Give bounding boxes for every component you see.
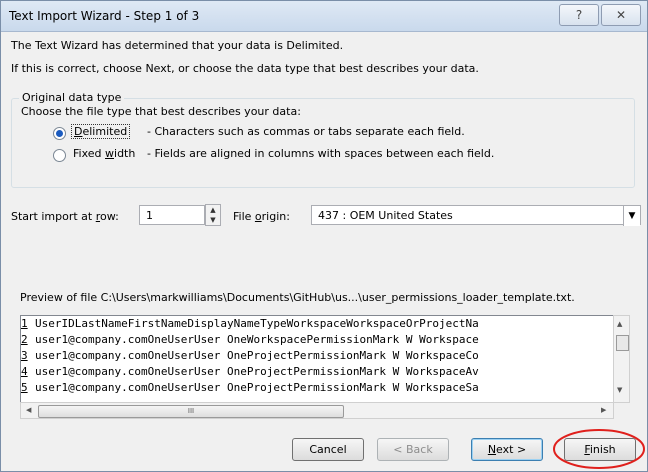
- next-label: ext >: [496, 443, 527, 456]
- delimited-label-post: elimited: [82, 125, 128, 138]
- row-text: user1@company.comOneUserUser OneProjectP…: [35, 349, 479, 362]
- intro-line-1: The Text Wizard has determined that your…: [11, 39, 344, 52]
- scroll-left-icon[interactable]: ◀: [26, 406, 31, 414]
- fixed-width-label[interactable]: Fixed width: [73, 147, 135, 160]
- chevron-down-icon[interactable]: ▼: [206, 215, 220, 225]
- preview-label: Preview of file C:\Users\markwilliams\Do…: [20, 291, 575, 304]
- scroll-up-icon[interactable]: ▲: [617, 320, 622, 328]
- scroll-down-icon[interactable]: ▼: [617, 386, 622, 394]
- file-origin-label-pre: File: [233, 210, 255, 223]
- row-text: user1@company.comOneUserUser OneWorkspac…: [35, 333, 479, 346]
- start-row-stepper[interactable]: ▲ ▼: [205, 204, 221, 226]
- start-row-input[interactable]: 1: [139, 205, 205, 225]
- fixed-width-description: - Fields are aligned in columns with spa…: [147, 147, 495, 160]
- start-row-label-pre: Start import at: [11, 210, 96, 223]
- close-icon[interactable]: ✕: [601, 4, 641, 26]
- cancel-button[interactable]: Cancel: [292, 438, 364, 461]
- preview-row: 4 user1@company.comOneUserUser OneProject…: [21, 364, 613, 380]
- preview-row: 2 user1@company.comOneUserUser OneWorkspa…: [21, 332, 613, 348]
- row-number: 5: [21, 381, 28, 394]
- delimited-description: - Characters such as commas or tabs sepa…: [147, 125, 465, 138]
- row-text: user1@company.comOneUserUser OneProjectP…: [35, 381, 479, 394]
- preview-row: 5 user1@company.comOneUserUser OneProject…: [21, 380, 613, 396]
- row-text: UserIDLastNameFirstNameDisplayNameTypeWo…: [35, 317, 479, 330]
- start-row-label: Start import at row:: [11, 210, 119, 223]
- delimited-label[interactable]: Delimited: [71, 124, 131, 139]
- chevron-down-icon[interactable]: ▼: [623, 206, 640, 226]
- fixed-width-radio[interactable]: [53, 149, 66, 162]
- file-origin-label-post: rigin:: [261, 210, 290, 223]
- group-legend: Original data type: [19, 91, 125, 104]
- horizontal-scroll-thumb[interactable]: III: [38, 405, 344, 418]
- preview-row: 3 user1@company.comOneUserUser OneProject…: [21, 348, 613, 364]
- file-origin-label: File origin:: [233, 210, 290, 223]
- next-button[interactable]: Next >: [471, 438, 543, 461]
- preview-vertical-scrollbar[interactable]: ▲ ▼: [613, 315, 630, 403]
- vertical-scroll-thumb[interactable]: [616, 335, 629, 351]
- file-origin-label-accel: o: [254, 210, 262, 223]
- fixed-width-label-accel: w: [105, 147, 115, 160]
- file-type-prompt: Choose the file type that best describes…: [21, 105, 301, 118]
- window-title: Text Import Wizard - Step 1 of 3: [9, 9, 200, 23]
- preview-horizontal-scrollbar[interactable]: ◀ III ▶: [20, 402, 614, 419]
- title-bar[interactable]: Text Import Wizard - Step 1 of 3 ? ✕: [1, 1, 647, 32]
- row-number: 2: [21, 333, 28, 346]
- delimited-radio[interactable]: [53, 127, 66, 140]
- help-icon[interactable]: ?: [559, 4, 599, 26]
- row-text: user1@company.comOneUserUser OneProjectP…: [35, 365, 479, 378]
- preview-pane[interactable]: 1 UserIDLastNameFirstNameDisplayNameTypeW…: [20, 315, 614, 403]
- start-row-label-post: ow:: [100, 210, 119, 223]
- row-number: 4: [21, 365, 28, 378]
- next-accel: N: [487, 443, 497, 456]
- fixed-width-label-pre: Fixed: [73, 147, 106, 160]
- row-number: 3: [21, 349, 28, 362]
- red-ellipse: [553, 429, 645, 469]
- intro-line-2: If this is correct, choose Next, or choo…: [11, 62, 479, 75]
- back-button[interactable]: < Back: [377, 438, 449, 461]
- preview-row: 1 UserIDLastNameFirstNameDisplayNameTypeW…: [21, 316, 613, 332]
- text-import-wizard-dialog: Text Import Wizard - Step 1 of 3 ? ✕ The…: [0, 0, 648, 472]
- row-number: 1: [21, 317, 28, 330]
- file-origin-value: 437 : OEM United States: [318, 209, 453, 222]
- scroll-right-icon[interactable]: ▶: [601, 406, 606, 414]
- highlight-circle-annotation: [553, 429, 645, 469]
- file-origin-select[interactable]: 437 : OEM United States ▼: [311, 205, 641, 226]
- fixed-width-label-post: idth: [114, 147, 136, 160]
- chevron-up-icon[interactable]: ▲: [206, 205, 220, 215]
